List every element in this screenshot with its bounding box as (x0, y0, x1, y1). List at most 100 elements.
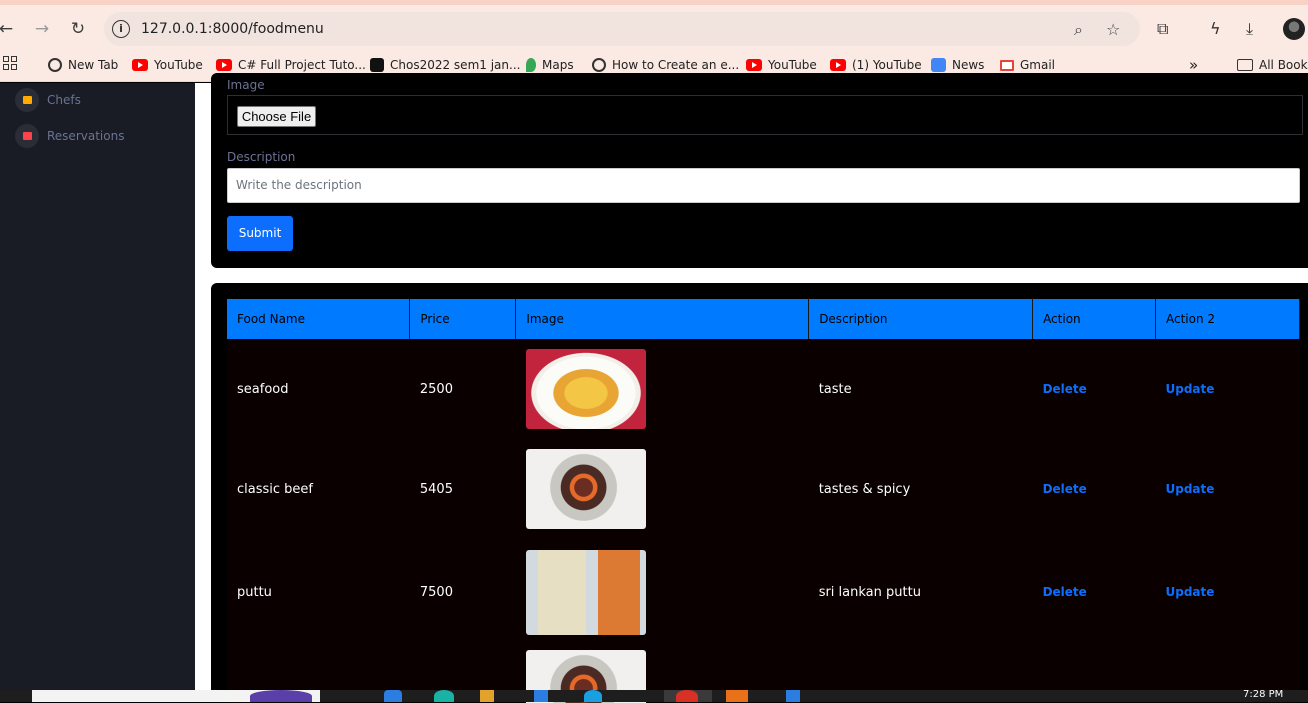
zoom-icon[interactable]: ⌕ (1074, 20, 1083, 40)
action-2-cell: Update (1155, 439, 1300, 539)
url-text[interactable]: 127.0.0.1:8000/foodmenu (141, 21, 324, 37)
bookmark-gmail[interactable]: Gmail (1000, 56, 1055, 74)
column-header-action-2: Action 2 (1155, 299, 1300, 339)
column-header-image: Image (515, 299, 810, 339)
address-bar[interactable]: i 127.0.0.1:8000/foodmenu ⌕ ☆ (104, 12, 1140, 46)
column-header-action: Action (1032, 299, 1156, 339)
bookmark-chos2022[interactable]: Chos2022 sem1 jan... (370, 56, 520, 74)
taskbar-app-icon[interactable] (434, 690, 454, 702)
description-cell: sri lankan puttu (808, 539, 1033, 645)
column-header-food-name: Food Name (227, 299, 411, 339)
bookmark-new-tab[interactable]: New Tab (48, 56, 118, 74)
description-input[interactable]: Write the description (227, 168, 1300, 203)
update-link[interactable]: Update (1166, 482, 1215, 496)
image-cell (515, 339, 809, 439)
globe-icon (592, 58, 606, 72)
taskbar-app-icon[interactable] (726, 690, 748, 702)
main-content: Image Choose File Description Write the … (195, 73, 1308, 703)
profile-avatar[interactable] (1283, 18, 1305, 40)
bookmark-csharp-tutorial[interactable]: C# Full Project Tuto... (216, 56, 366, 74)
youtube-icon (830, 59, 846, 71)
column-header-price: Price (409, 299, 517, 339)
delete-link[interactable]: Delete (1043, 482, 1087, 496)
bookmark-youtube-2[interactable]: YouTube (746, 56, 817, 74)
table-row: classic beef 5405 tastes & spicy Delete … (227, 439, 1300, 539)
action-cell: Delete (1032, 339, 1156, 439)
price-cell: 2500 (409, 339, 516, 439)
price-cell: 5405 (409, 439, 516, 539)
delete-link[interactable]: Delete (1043, 382, 1087, 396)
back-icon[interactable]: ← (0, 19, 16, 39)
description-cell: taste (808, 339, 1033, 439)
description-label: Description (227, 150, 296, 164)
food-table: Food Name Price Image Description Action… (227, 299, 1300, 703)
action-2-cell: Update (1155, 539, 1300, 645)
calendar-icon (15, 124, 39, 148)
taskbar-app-icon[interactable] (384, 690, 402, 702)
youtube-icon (216, 59, 232, 71)
bookmark-youtube-3[interactable]: (1) YouTube (830, 56, 922, 74)
food-name-cell: seafood (227, 339, 410, 439)
globe-icon (48, 58, 62, 72)
performance-icon[interactable]: ϟ (1210, 19, 1221, 38)
choose-file-button[interactable]: Choose File (237, 106, 316, 127)
apps-grid-icon[interactable] (3, 56, 17, 70)
chart-icon (15, 88, 39, 112)
more-bookmarks-chevron-icon[interactable]: » (1189, 56, 1198, 74)
food-name-cell: classic beef (227, 439, 410, 539)
sidebar-item-reservations[interactable]: Reservations (15, 124, 124, 148)
action-2-cell: Update (1155, 339, 1300, 439)
reload-icon[interactable]: ↻ (68, 19, 88, 39)
bookmark-youtube[interactable]: YouTube (132, 56, 203, 74)
table-header-row: Food Name Price Image Description Action… (227, 299, 1300, 339)
taskbar-app-icon[interactable] (786, 690, 800, 702)
gmail-icon (1000, 59, 1014, 71)
image-file-field: Choose File (227, 95, 1303, 135)
action-cell: Delete (1032, 539, 1156, 645)
food-image (525, 549, 646, 635)
site-info-icon[interactable]: i (112, 20, 130, 38)
clock[interactable]: 7:28 PM (1243, 690, 1283, 700)
table-row: puttu 7500 sri lankan puttu Delete Updat… (227, 539, 1300, 645)
food-name-cell: puttu (227, 539, 410, 645)
widget-icon[interactable] (250, 690, 312, 702)
table-row: seafood 2500 taste Delete Update (227, 339, 1300, 439)
food-table-card: Food Name Price Image Description Action… (211, 283, 1308, 703)
price-cell: 7500 (409, 539, 516, 645)
forward-icon[interactable]: → (32, 19, 52, 39)
os-taskbar: 7:28 PM (0, 690, 1308, 702)
news-icon (931, 58, 946, 72)
food-image (525, 449, 646, 529)
extensions-icon[interactable]: ⧉ (1157, 19, 1168, 39)
bookmark-maps[interactable]: Maps (526, 56, 574, 74)
downloads-icon[interactable]: ⤓ (1246, 19, 1253, 39)
food-form-card: Image Choose File Description Write the … (211, 73, 1308, 268)
folder-icon (1237, 59, 1253, 71)
delete-link[interactable]: Delete (1043, 585, 1087, 599)
bookmark-star-icon[interactable]: ☆ (1106, 20, 1120, 39)
update-link[interactable]: Update (1166, 585, 1215, 599)
chrome-icon (676, 690, 698, 702)
update-link[interactable]: Update (1166, 382, 1215, 396)
column-header-description: Description (808, 299, 1034, 339)
sidebar: Chefs Reservations (0, 83, 195, 690)
bookmark-news[interactable]: News (931, 56, 984, 74)
image-cell (515, 539, 809, 645)
image-cell (515, 439, 809, 539)
sidebar-item-chefs[interactable]: Chefs (15, 88, 81, 112)
description-cell: tastes & spicy (808, 439, 1033, 539)
food-image (525, 349, 646, 429)
site-icon (370, 58, 384, 72)
submit-button[interactable]: Submit (227, 216, 293, 251)
sidebar-item-label: Chefs (47, 93, 81, 107)
action-cell: Delete (1032, 439, 1156, 539)
taskbar-app-icon[interactable] (534, 690, 548, 702)
taskbar-app-icon[interactable] (480, 690, 494, 702)
youtube-icon (746, 59, 762, 71)
image-label: Image (227, 78, 265, 92)
bookmark-how-to-create[interactable]: How to Create an e... (592, 56, 739, 74)
all-bookmarks[interactable]: All Bookm (1237, 56, 1308, 74)
browser-toolbar: ← → ↻ i 127.0.0.1:8000/foodmenu ⌕ ☆ ⧉ ϟ … (0, 0, 1308, 48)
taskbar-app-icon[interactable] (584, 690, 602, 702)
maps-icon (526, 58, 536, 72)
